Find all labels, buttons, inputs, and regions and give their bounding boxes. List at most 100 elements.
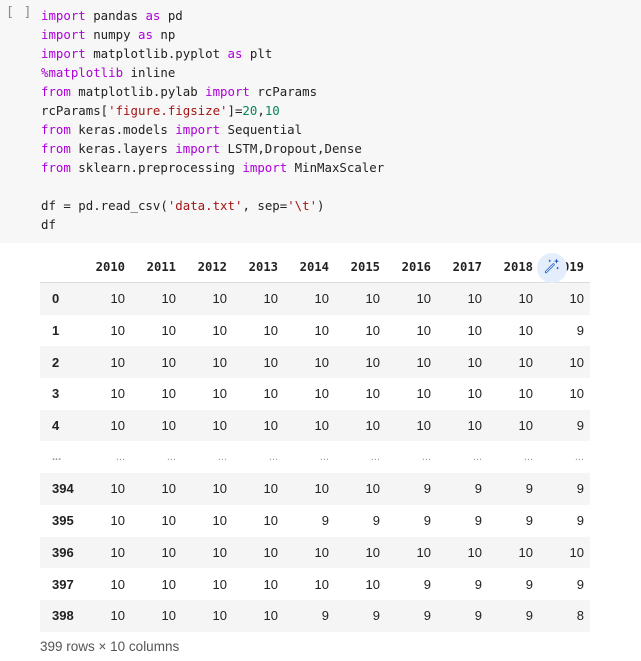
code-token: df [41,217,56,232]
row-index: 2 [52,354,60,370]
code-token: ) [317,198,325,213]
code-token: MinMaxScaler [287,160,385,175]
table-cell: 10 [212,291,227,307]
table-cell: 10 [263,354,278,370]
column-header: 2016 [386,252,437,283]
table-cell: 9 [321,513,329,529]
code-token: '\t' [287,198,318,213]
table-cell: 9 [372,513,380,529]
table-row: 397 10 10 10 10 10 10 9 9 9 9 [40,568,590,600]
code-token: as [145,8,161,23]
table-cell: 9 [423,481,431,497]
code-token: rcParams [249,84,318,99]
table-cell: 10 [569,291,584,307]
table-cell: 10 [365,354,380,370]
table-cell: ... [115,451,125,464]
table-cell: 10 [212,544,227,560]
column-header: 2014 [284,252,335,283]
table-cell: 10 [161,608,176,624]
table-cell: 10 [416,354,431,370]
code-token: , sep= [242,198,288,213]
code-token: LSTM,Dropout,Dense [220,141,362,156]
column-header: 2013 [233,252,284,283]
table-cell: 10 [314,354,329,370]
table-row: 1 10 10 10 10 10 10 10 10 10 9 [40,314,590,347]
table-cell: 9 [525,481,533,497]
code-token: as [137,27,153,42]
table-cell: 10 [110,323,125,339]
table-cell: 10 [518,323,533,339]
table-cell: 10 [365,576,380,592]
code-editor[interactable]: import pandas as pd import numpy as np imp… [41,6,384,234]
table-cell: 10 [212,608,227,624]
table-cell: ... [319,451,329,464]
table-cell: 10 [161,354,176,370]
table-cell: 10 [110,608,125,624]
code-line: from keras.layers import LSTM,Dropout,De… [41,139,384,158]
table-row: 398 10 10 10 10 9 9 9 9 9 8 [40,599,590,632]
table-cell: 10 [263,418,278,434]
table-cell: 10 [416,386,431,402]
table-cell: 10 [263,513,278,529]
table-cell: 10 [263,481,278,497]
table-cell: 10 [467,386,482,402]
code-line: rcParams['figure.figsize']=20,10 [41,101,384,120]
table-cell: 10 [110,386,125,402]
code-line: from matplotlib.pylab import rcParams [41,82,384,101]
table-cell: 10 [416,418,431,434]
table-cell: 10 [314,544,329,560]
table-cell: 9 [474,481,482,497]
table-cell: 10 [365,386,380,402]
table-cell: 10 [110,544,125,560]
row-index: 395 [52,513,74,529]
table-cell: 10 [110,513,125,529]
table-cell: 10 [518,386,533,402]
code-token: %matplotlib [41,65,124,80]
table-cell: 10 [416,291,431,307]
row-index: 397 [52,576,74,592]
table-cell: ... [421,451,431,464]
row-index: 398 [52,608,74,624]
table-cell: 10 [467,418,482,434]
table-cell: 10 [263,608,278,624]
table-cell: 10 [518,418,533,434]
code-token: from [41,122,71,137]
table-cell: 10 [569,386,584,402]
code-token: pandas [85,8,146,23]
table-cell: 10 [569,354,584,370]
code-token: sklearn.preprocessing [70,160,243,175]
column-header: 2010 [80,252,131,283]
table-cell: 9 [525,513,533,529]
table-cell: 10 [161,323,176,339]
table-cell: 10 [518,354,533,370]
table-cell: 10 [161,576,176,592]
table-cell: 9 [474,576,482,592]
table-cell: 10 [365,323,380,339]
column-header: 2011 [131,252,182,283]
code-cell[interactable]: [ ] import pandas as pd import numpy as n… [0,0,641,243]
run-cell-button[interactable]: [ ] [6,5,32,20]
table-cell: 10 [161,291,176,307]
magic-wand-icon [543,257,561,280]
table-cell: 10 [365,544,380,560]
row-index: 4 [52,418,60,434]
suggest-charts-button[interactable] [537,253,567,283]
table-cell: 9 [423,608,431,624]
table-cell: 10 [263,576,278,592]
table-cell: 10 [314,323,329,339]
table-cell: 9 [474,513,482,529]
column-header: 2017 [437,252,488,283]
cell-output: 2010 2011 2012 2013 2014 2015 2016 2017 2018 2019… [40,252,590,654]
row-index: 3 [52,386,60,402]
table-cell: 10 [314,386,329,402]
table-cell: 10 [263,323,278,339]
table-cell: 10 [314,576,329,592]
table-cell: 9 [576,513,584,529]
code-token: import [41,46,86,61]
table-cell: 10 [467,544,482,560]
code-token: import [41,8,86,23]
table-cell: 10 [365,291,380,307]
table-cell: 10 [212,386,227,402]
table-cell: 10 [263,386,278,402]
dataframe-table: 2010 2011 2012 2013 2014 2015 2016 2017 2018 2019… [40,252,590,632]
